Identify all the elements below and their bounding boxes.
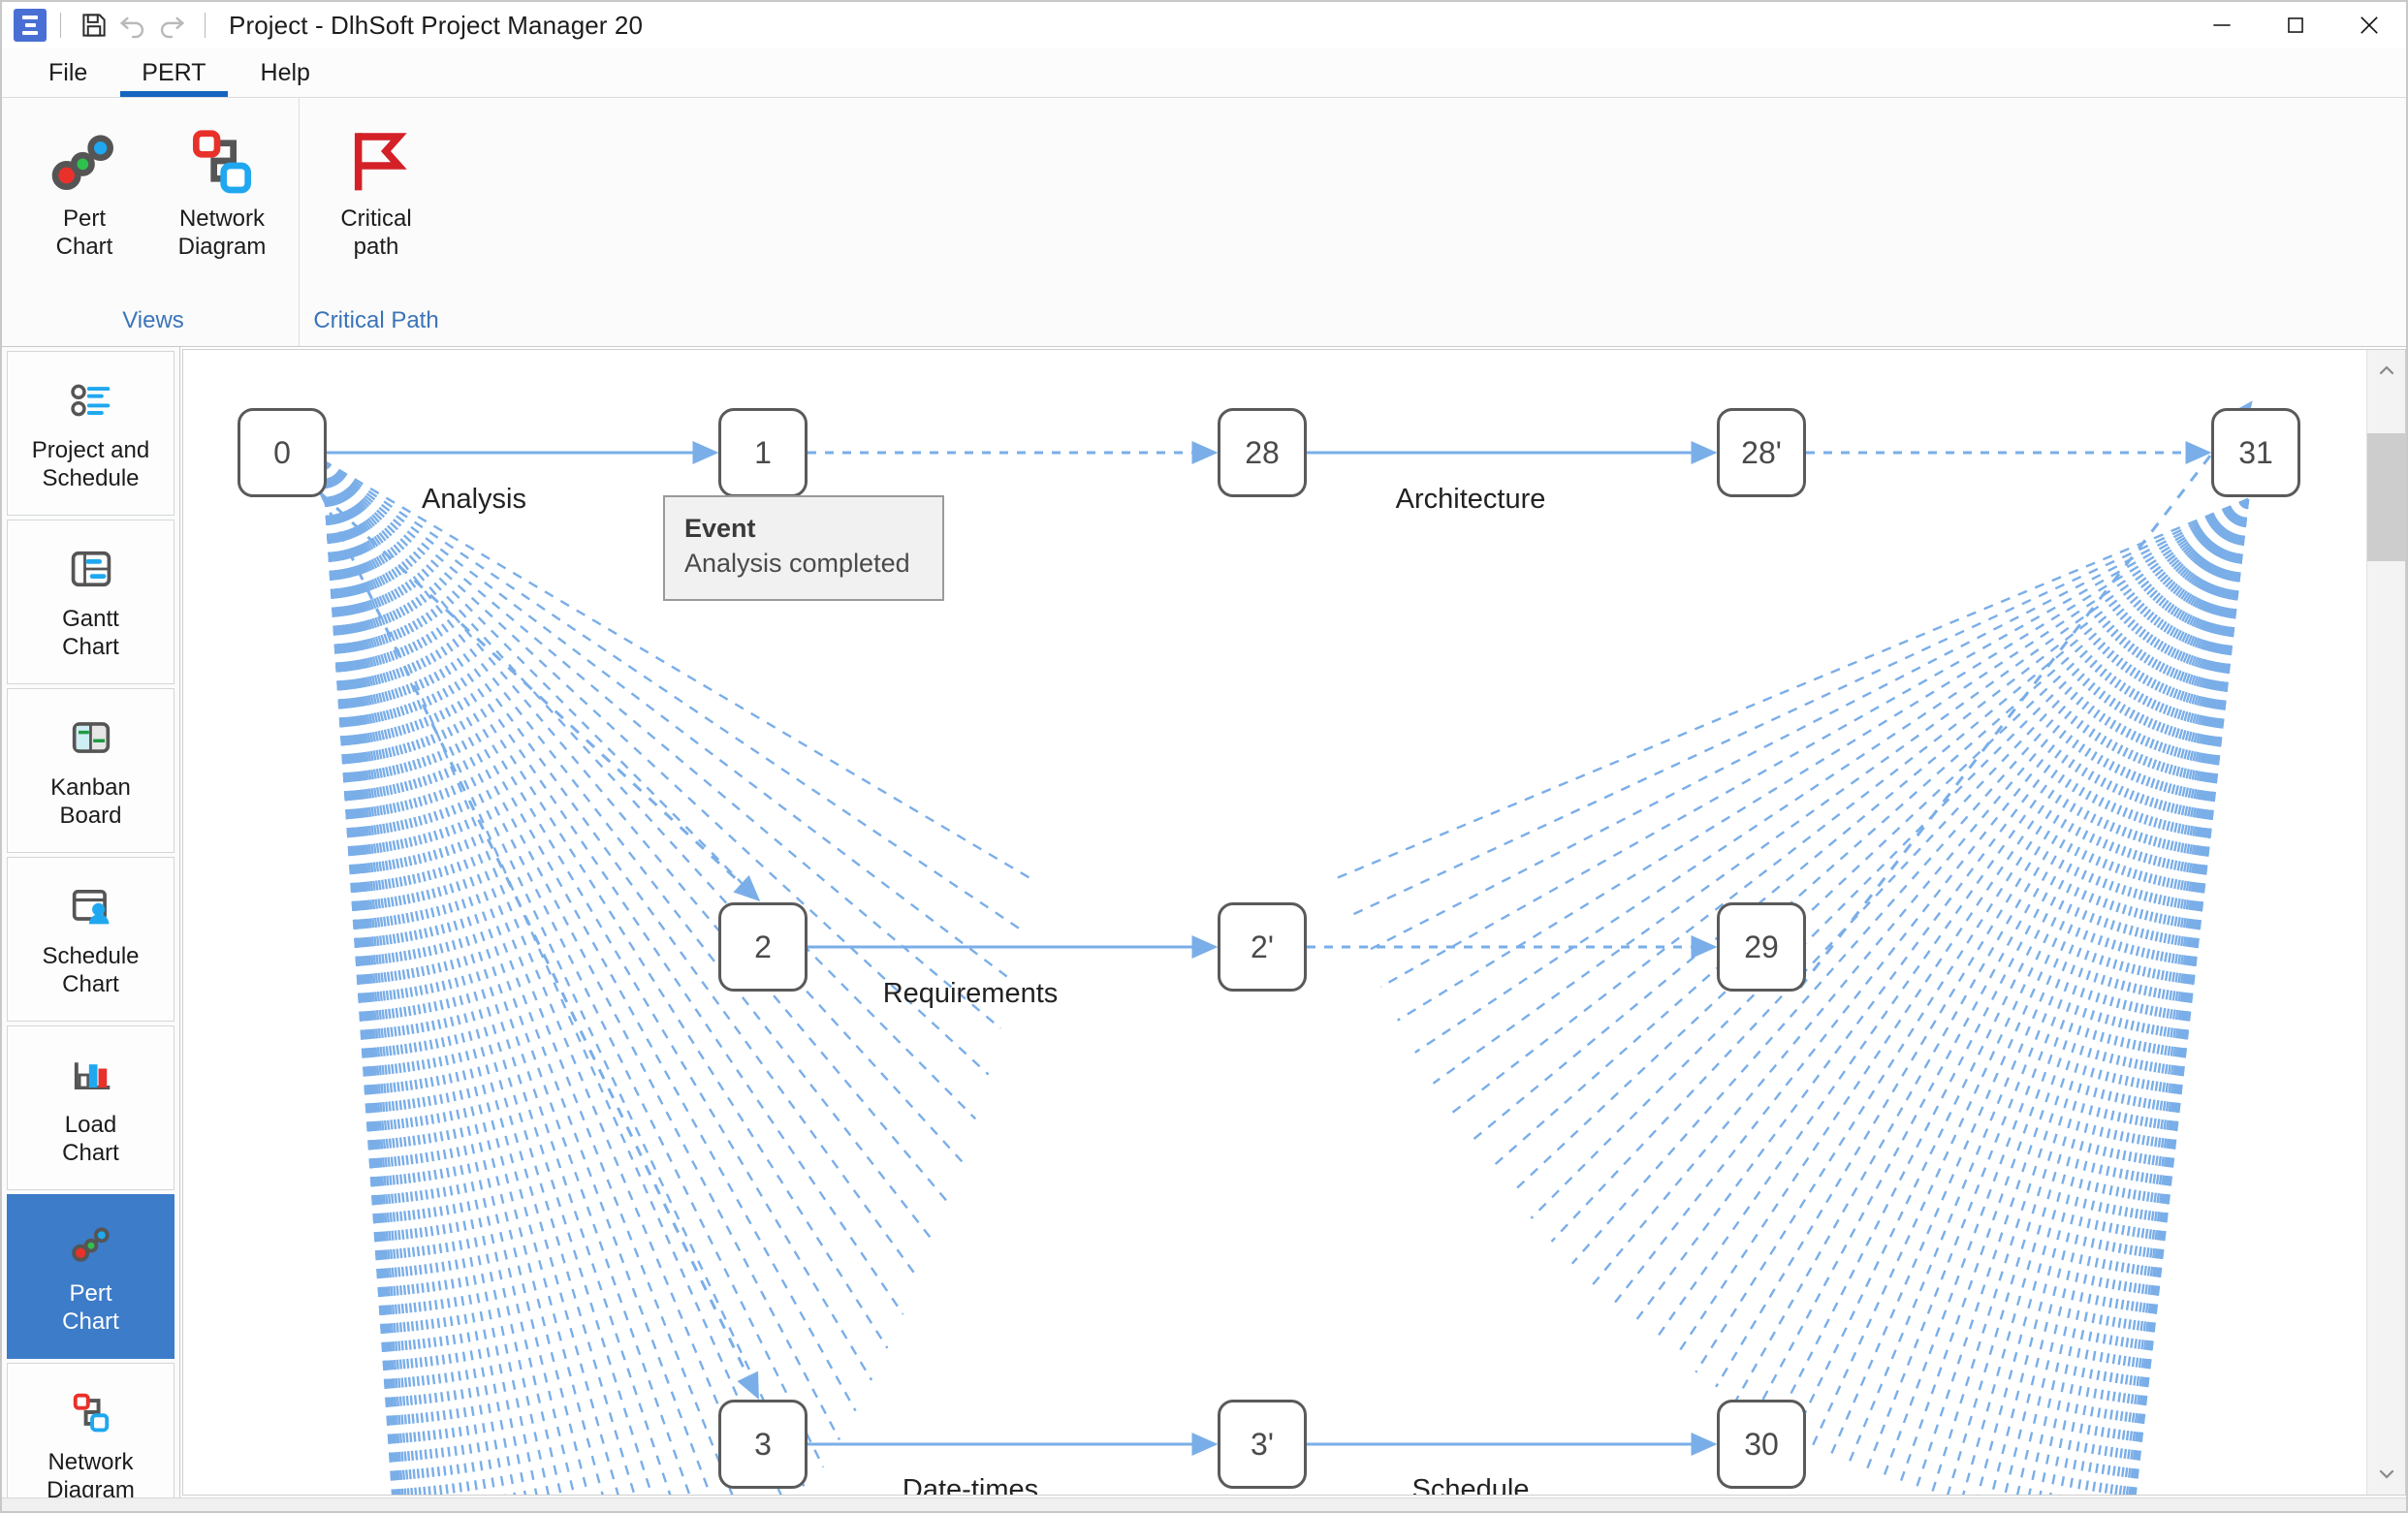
pert-node-31[interactable]: 31	[2211, 408, 2300, 497]
undo-icon[interactable]	[113, 6, 152, 45]
ribbon: Pert Chart Network Diagram Views Critica…	[2, 97, 2406, 347]
tab-file[interactable]: File	[21, 48, 114, 97]
sidebar: Project and Schedule Gantt Chart Kanban …	[2, 347, 180, 1497]
ribbon-filler	[453, 98, 2406, 346]
tab-file-label: File	[48, 58, 88, 86]
maximize-button[interactable]	[2259, 2, 2332, 48]
sidebar-item-project-and-schedule[interactable]: Project and Schedule	[7, 351, 174, 516]
sidebar-item-network-diagram-label: Network Diagram	[47, 1449, 135, 1497]
scroll-track[interactable]	[2367, 391, 2405, 1454]
gantt-icon	[66, 542, 116, 596]
ribbon-button-critical-path-label: Critical path	[340, 205, 412, 261]
ribbon-button-critical-path[interactable]: Critical path	[309, 115, 443, 269]
sidebar-item-pert-chart-label: Pert Chart	[62, 1280, 119, 1335]
tab-pert[interactable]: PERT	[114, 48, 233, 97]
tooltip-title: Event	[684, 514, 756, 543]
save-icon[interactable]	[75, 6, 113, 45]
tooltip-body: Analysis completed	[684, 549, 910, 579]
app-logo-icon	[14, 9, 47, 42]
scroll-up-button[interactable]	[2367, 350, 2405, 391]
pert-node-3p[interactable]: 3'	[1218, 1400, 1307, 1489]
sidebar-item-kanban-board[interactable]: Kanban Board	[7, 688, 174, 853]
horizontal-scrollbar[interactable]	[2, 1497, 2406, 1511]
main-body: Project and Schedule Gantt Chart Kanban …	[2, 347, 2406, 1497]
close-button[interactable]	[2332, 2, 2406, 48]
ribbon-button-network-diagram-label: Network Diagram	[177, 205, 267, 261]
pert-edge-label: Date-times	[902, 1474, 1039, 1495]
pert-node-28p[interactable]: 28'	[1717, 408, 1806, 497]
sidebar-item-gantt-chart-label: Gantt Chart	[62, 606, 119, 660]
sidebar-item-gantt-chart[interactable]: Gantt Chart	[7, 520, 174, 684]
ribbon-group-views: Pert Chart Network Diagram Views	[8, 98, 299, 346]
vertical-scrollbar[interactable]	[2366, 350, 2405, 1495]
scroll-down-button[interactable]	[2367, 1454, 2405, 1495]
network-diagram-icon	[66, 1385, 116, 1439]
pert-node-30[interactable]: 30	[1717, 1400, 1806, 1489]
scroll-thumb[interactable]	[2367, 432, 2405, 561]
pert-node-29[interactable]: 29	[1717, 902, 1806, 992]
divider	[60, 13, 61, 38]
kanban-icon	[66, 710, 116, 765]
pert-node-28[interactable]: 28	[1218, 408, 1307, 497]
ribbon-button-pert-chart-label: Pert Chart	[55, 205, 113, 261]
pert-node-2p[interactable]: 2'	[1218, 902, 1307, 992]
pert-chart-icon	[46, 123, 123, 199]
pert-edge-label: Schedule	[1411, 1474, 1530, 1495]
sidebar-item-schedule-chart-label: Schedule Chart	[42, 943, 140, 997]
sidebar-item-kanban-board-label: Kanban Board	[50, 774, 131, 829]
tab-help-label: Help	[260, 58, 310, 86]
event-tooltip: Event Analysis completed	[663, 495, 944, 601]
redo-icon[interactable]	[152, 6, 191, 45]
network-diagram-icon	[183, 123, 261, 199]
pert-chart-canvas[interactable]: 0 1 28 28' 31 2 2' 29 3 3' 30 Analysis Architecture…	[183, 350, 2366, 1495]
sidebar-item-load-chart-label: Load Chart	[62, 1112, 119, 1166]
sidebar-item-load-chart[interactable]: Load Chart	[7, 1025, 174, 1190]
ribbon-button-pert-chart[interactable]: Pert Chart	[17, 115, 151, 269]
tab-help[interactable]: Help	[234, 48, 337, 97]
pert-edge-label: Analysis	[422, 484, 526, 515]
divider	[205, 13, 206, 38]
sidebar-item-project-and-schedule-label: Project and Schedule	[31, 437, 150, 491]
pert-edge-label: Architecture	[1395, 484, 1546, 515]
pert-chart-icon	[66, 1216, 116, 1271]
app-window: Project - DlhSoft Project Manager 20 Fil…	[0, 0, 2408, 1513]
ribbon-button-network-diagram[interactable]: Network Diagram	[155, 115, 289, 269]
minimize-button[interactable]	[2185, 2, 2259, 48]
window-controls	[2185, 2, 2406, 48]
pert-node-2[interactable]: 2	[718, 902, 808, 992]
pert-chart-canvas-wrapper: 0 1 28 28' 31 2 2' 29 3 3' 30 Analysis Architecture…	[182, 349, 2406, 1496]
window-title: Project - DlhSoft Project Manager 20	[229, 10, 644, 40]
sidebar-item-pert-chart[interactable]: Pert Chart	[7, 1194, 174, 1359]
ribbon-group-views-title: Views	[122, 307, 184, 333]
list-icon	[66, 373, 116, 427]
title-bar: Project - DlhSoft Project Manager 20	[2, 2, 2406, 48]
menu-bar: File PERT Help	[2, 48, 2406, 97]
load-chart-icon	[66, 1048, 116, 1102]
sidebar-item-network-diagram[interactable]: Network Diagram	[7, 1363, 174, 1497]
pert-node-3[interactable]: 3	[718, 1400, 808, 1489]
ribbon-group-critical-path-title: Critical Path	[313, 307, 439, 333]
pert-node-1[interactable]: 1	[718, 408, 808, 497]
sidebar-item-schedule-chart[interactable]: Schedule Chart	[7, 857, 174, 1022]
ribbon-group-critical-path: Critical path Critical Path	[299, 98, 453, 346]
tab-pert-label: PERT	[142, 58, 206, 86]
pert-edge-label: Requirements	[882, 978, 1059, 1009]
pert-node-0[interactable]: 0	[238, 408, 327, 497]
schedule-icon	[66, 879, 116, 933]
flag-icon	[337, 123, 415, 199]
